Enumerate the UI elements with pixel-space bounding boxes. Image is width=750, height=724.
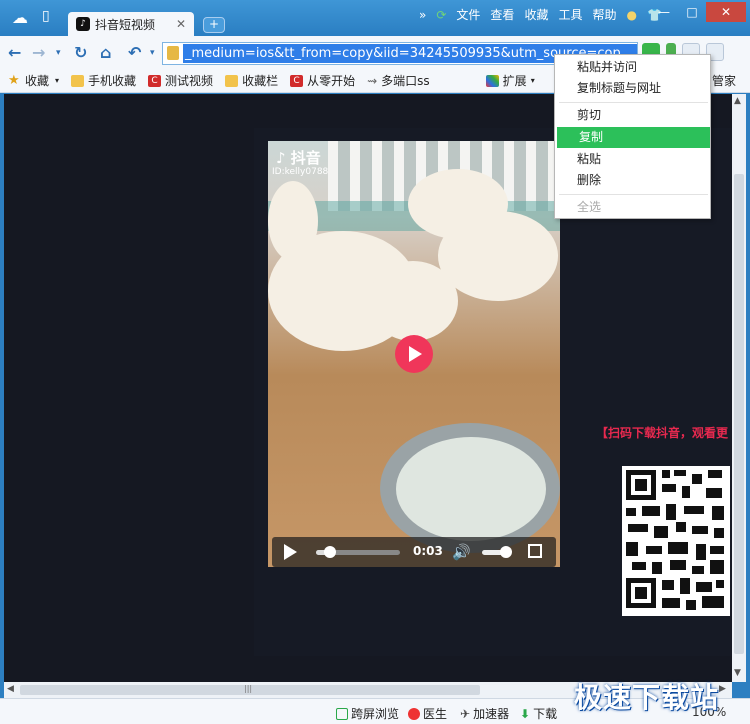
fav-label: 扩展 bbox=[502, 74, 527, 88]
menu-view[interactable]: 查看 bbox=[485, 6, 519, 23]
chevron-down-icon: ▾ bbox=[55, 76, 60, 85]
video-user-id: ID:kelly0788 bbox=[272, 167, 329, 177]
puppy-image bbox=[368, 261, 458, 341]
download-icon: ⬇ bbox=[520, 707, 531, 721]
scroll-down-icon[interactable]: ▼ bbox=[734, 668, 741, 678]
fav-label: 管家 bbox=[712, 74, 737, 88]
play-icon[interactable] bbox=[284, 544, 297, 560]
doctor-button[interactable]: 医生 bbox=[408, 705, 447, 722]
window-controls: — □ ✕ bbox=[650, 2, 746, 22]
fullscreen-icon[interactable] bbox=[528, 544, 542, 558]
home-icon[interactable]: ⌂ bbox=[100, 43, 111, 62]
link-icon: ⇝ bbox=[367, 73, 378, 88]
fav-item-favorites[interactable]: ★ 收藏 ▾ bbox=[8, 72, 59, 89]
star-icon: ★ bbox=[8, 72, 20, 88]
menu-item-paste-and-go[interactable]: 粘贴并访问 bbox=[555, 57, 710, 78]
new-tab-button[interactable]: + bbox=[203, 17, 225, 33]
tab-title: 抖音短视频 bbox=[95, 17, 156, 32]
cross-screen-button[interactable]: 跨屏浏览 bbox=[336, 705, 399, 722]
folder-icon bbox=[225, 74, 239, 87]
menu-item-delete[interactable]: 删除 bbox=[555, 170, 710, 191]
scroll-grip-icon: ||| bbox=[244, 684, 253, 693]
menu-item-paste[interactable]: 粘贴 bbox=[555, 149, 710, 170]
minimize-button[interactable]: — bbox=[650, 2, 678, 22]
puppy-image bbox=[268, 181, 318, 261]
qr-code-image bbox=[622, 466, 730, 616]
vertical-scrollbar[interactable]: ▲ ▼ bbox=[732, 94, 746, 682]
menu-help[interactable]: 帮助 bbox=[587, 6, 621, 23]
doctor-icon bbox=[408, 708, 420, 720]
tab-close-icon[interactable]: ✕ bbox=[176, 17, 186, 31]
milk-image bbox=[396, 437, 546, 541]
medal-icon[interactable]: ● bbox=[621, 8, 641, 22]
scroll-left-icon[interactable]: ◀ bbox=[7, 684, 14, 694]
qr-code bbox=[622, 466, 730, 616]
menu-item-copy[interactable]: 复制 bbox=[557, 127, 710, 148]
sync-icon[interactable]: ⟳ bbox=[431, 8, 451, 22]
menu-arrow-icon[interactable]: » bbox=[414, 8, 431, 22]
progress-knob[interactable] bbox=[324, 546, 336, 558]
phone-screen-icon bbox=[336, 708, 348, 720]
video-player[interactable]: ♪ 抖音 ID:kelly0788 0:03 🔊 bbox=[268, 141, 560, 567]
undo-icon[interactable]: ↶ bbox=[128, 43, 141, 62]
folder-icon bbox=[71, 74, 85, 87]
maximize-button[interactable]: □ bbox=[678, 2, 706, 22]
promo-text: 【扫码下载抖音，观看更 bbox=[596, 426, 729, 440]
vertical-scroll-thumb[interactable] bbox=[734, 174, 744, 654]
back-icon[interactable]: ← bbox=[8, 43, 21, 62]
context-menu: 粘贴并访问 复制标题与网址 剪切 复制 粘贴 删除 全选 bbox=[554, 54, 711, 219]
forward-icon[interactable]: → bbox=[32, 43, 45, 62]
rocket-icon: ✈ bbox=[460, 707, 471, 721]
watermark-logo: 极速下载站 bbox=[574, 681, 720, 714]
c-icon: C bbox=[290, 74, 304, 87]
menu-bar: » ⟳ 文件 查看 收藏 工具 帮助 ● 👕 bbox=[414, 6, 667, 23]
fav-label: 收藏栏 bbox=[242, 74, 279, 88]
fav-item-collection[interactable]: 收藏栏 bbox=[225, 72, 278, 89]
refresh-icon[interactable]: ↻ bbox=[74, 43, 87, 62]
close-button[interactable]: ✕ bbox=[706, 2, 746, 22]
fav-item-extensions[interactable]: 扩展 ▾ bbox=[485, 72, 535, 89]
video-controls: 0:03 🔊 bbox=[272, 537, 556, 567]
menu-separator bbox=[559, 194, 708, 195]
fav-item-mobile[interactable]: 手机收藏 bbox=[71, 72, 136, 89]
scroll-up-icon[interactable]: ▲ bbox=[734, 96, 741, 106]
fav-item-test-video[interactable]: C 测试视频 bbox=[148, 72, 213, 89]
douyin-logo: ♪ 抖音 bbox=[276, 149, 321, 167]
warning-lock-icon bbox=[167, 46, 179, 60]
douyin-favicon-icon: ♪ bbox=[76, 17, 90, 31]
menu-item-copy-title-url[interactable]: 复制标题与网址 bbox=[555, 78, 710, 99]
fav-label: 测试视频 bbox=[165, 74, 214, 88]
volume-icon[interactable]: 🔊 bbox=[452, 543, 471, 561]
menu-item-select-all: 全选 bbox=[577, 200, 602, 214]
fav-label: 多端口ss bbox=[381, 74, 430, 88]
menu-tools[interactable]: 工具 bbox=[553, 6, 587, 23]
undo-dropdown-icon[interactable]: ▾ bbox=[150, 48, 155, 58]
cloud-icon[interactable]: ☁ bbox=[12, 8, 28, 27]
fav-item-multiport[interactable]: ⇝ 多端口ss bbox=[367, 72, 430, 89]
menu-favorites[interactable]: 收藏 bbox=[519, 6, 553, 23]
menu-separator bbox=[559, 102, 708, 103]
video-time: 0:03 bbox=[413, 544, 443, 558]
fav-item-from-zero[interactable]: C 从零开始 bbox=[290, 72, 355, 89]
fav-label: 手机收藏 bbox=[88, 74, 137, 88]
fav-label: 收藏 bbox=[25, 74, 50, 88]
download-button[interactable]: ⬇ 下载 bbox=[520, 705, 557, 722]
tab-douyin[interactable]: ♪ 抖音短视频 ✕ bbox=[68, 12, 194, 36]
scroll-right-icon[interactable]: ▶ bbox=[719, 684, 726, 694]
phone-icon[interactable]: ▯ bbox=[42, 8, 50, 24]
menu-file[interactable]: 文件 bbox=[451, 6, 485, 23]
fav-item-manager[interactable]: 管家 bbox=[712, 72, 736, 89]
menu-item-cut[interactable]: 剪切 bbox=[555, 105, 710, 126]
volume-knob[interactable] bbox=[500, 546, 512, 558]
accelerator-button[interactable]: ✈ 加速器 bbox=[460, 705, 509, 722]
chevron-down-icon: ▾ bbox=[530, 76, 535, 85]
puppy-image bbox=[438, 211, 558, 301]
dropdown-icon[interactable]: ▾ bbox=[56, 48, 61, 58]
play-button-large[interactable] bbox=[395, 335, 433, 373]
c-icon: C bbox=[148, 74, 162, 87]
fav-label: 从零开始 bbox=[307, 74, 356, 88]
title-bar: ☁ ▯ ♪ 抖音短视频 ✕ + » ⟳ 文件 查看 收藏 工具 帮助 ● 👕 —… bbox=[0, 0, 750, 36]
extension-icon bbox=[485, 74, 499, 87]
